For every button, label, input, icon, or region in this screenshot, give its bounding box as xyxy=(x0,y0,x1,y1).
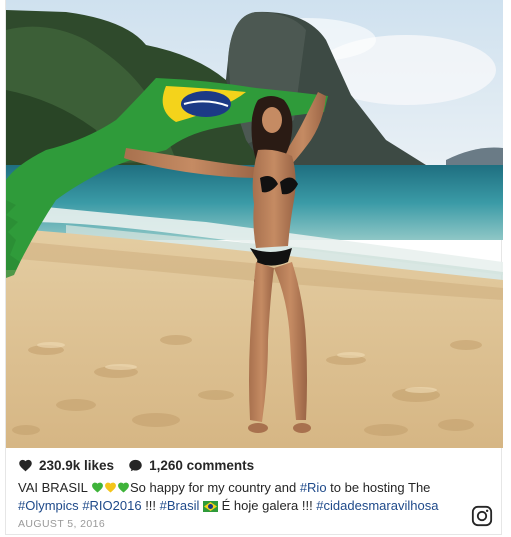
hashtag-olympics[interactable]: #Olympics xyxy=(18,498,79,513)
caption-text-1: So happy for my country and xyxy=(130,480,300,495)
hashtag-rio2016[interactable]: #RIO2016 xyxy=(82,498,141,513)
caption-text-3: !!! xyxy=(141,498,160,513)
post-caption: VAI BRASIL So happy for my country and #… xyxy=(18,479,488,515)
hashtag-cidadesmaravilhosa[interactable]: #cidadesmaravilhosa xyxy=(316,498,438,513)
green-heart-icon xyxy=(118,482,129,493)
caption-text-2: to be hosting The xyxy=(326,480,431,495)
likes-count[interactable]: 230.9k likes xyxy=(39,458,114,473)
post-footer: 230.9k likes 1,260 comments VAI BRASIL S… xyxy=(6,448,503,535)
instagram-post-card: 230.9k likes 1,260 comments VAI BRASIL S… xyxy=(5,0,503,535)
post-photo[interactable] xyxy=(6,0,503,448)
brazil-flag-icon xyxy=(203,501,219,512)
caption-lead: VAI BRASIL xyxy=(18,480,88,495)
post-stats: 230.9k likes 1,260 comments xyxy=(18,458,254,473)
heart-icon[interactable] xyxy=(18,458,33,473)
green-heart-icon xyxy=(92,482,103,493)
comments-count[interactable]: 1,260 comments xyxy=(149,458,254,473)
instagram-logo-icon[interactable] xyxy=(471,505,493,527)
hashtag-rio[interactable]: #Rio xyxy=(300,480,327,495)
yellow-heart-icon xyxy=(105,482,116,493)
comment-bubble-icon[interactable] xyxy=(128,458,143,473)
post-date[interactable]: AUGUST 5, 2016 xyxy=(18,518,105,530)
caption-text-4: É hoje galera !!! xyxy=(218,498,317,513)
hashtag-brasil[interactable]: #Brasil xyxy=(160,498,200,513)
